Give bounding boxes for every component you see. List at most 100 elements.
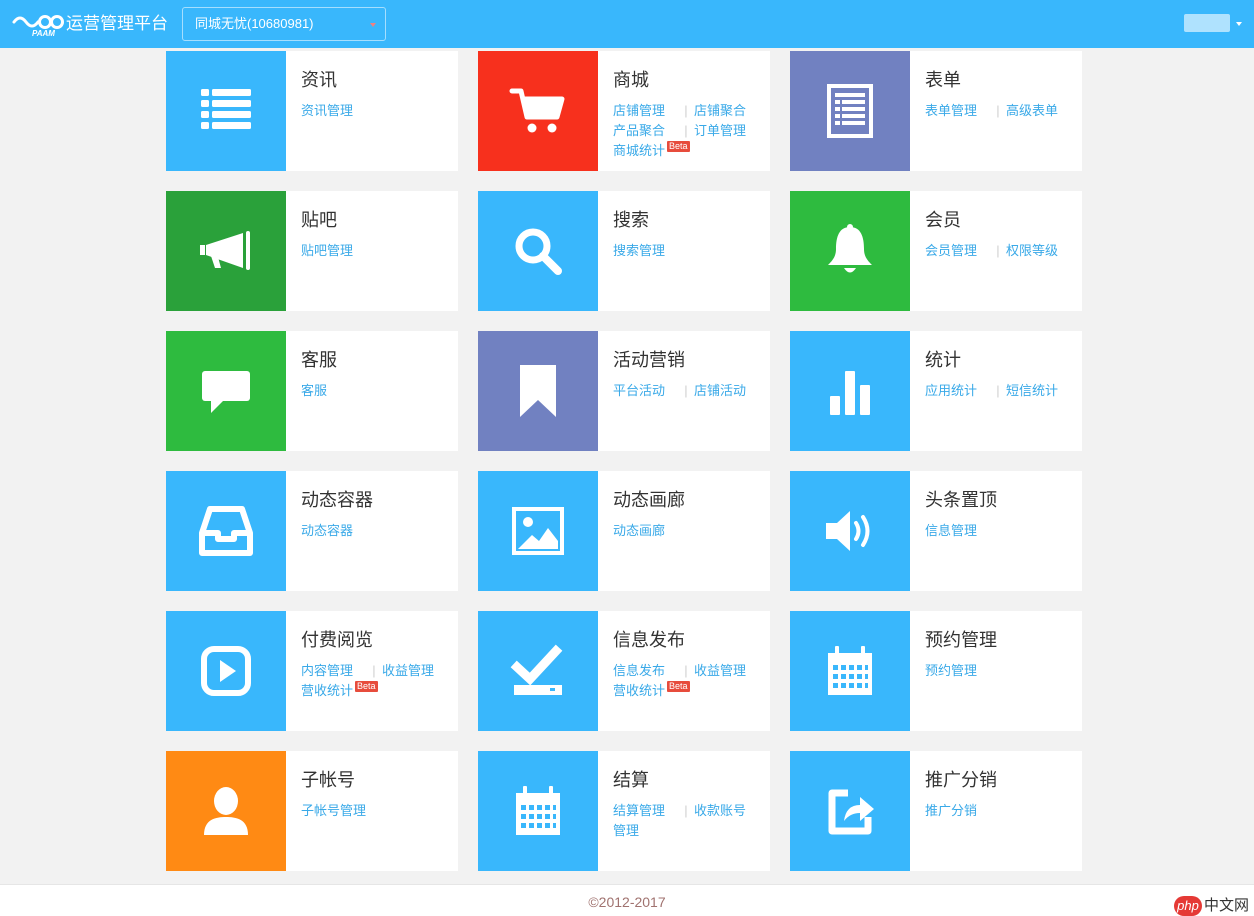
chevron-down-icon: [1236, 22, 1242, 26]
module-link[interactable]: 预约管理: [925, 661, 977, 681]
module-link-row: 动态容器: [301, 521, 451, 541]
module-link-row: 子帐号管理: [301, 801, 451, 821]
account-selector-value: 同城无忧(10680981): [195, 16, 314, 31]
module-card[interactable]: 客服 客服: [166, 331, 458, 451]
module-icon-box[interactable]: [478, 471, 598, 591]
module-link[interactable]: 店铺活动: [694, 381, 746, 401]
module-link[interactable]: 权限等级: [1006, 241, 1058, 261]
module-card[interactable]: 头条置顶 信息管理: [790, 471, 1082, 591]
module-card[interactable]: 付费阅览 内容管理 | 收益管理 营收统计 Beta: [166, 611, 458, 731]
module-link[interactable]: 产品聚合: [613, 121, 665, 141]
watermark-logo: php 中文网: [1174, 896, 1254, 916]
module-card[interactable]: 会员 会员管理 | 权限等级: [790, 191, 1082, 311]
module-card[interactable]: 结算 结算管理 | 收款账号 管理: [478, 751, 770, 871]
module-link[interactable]: 平台活动: [613, 381, 665, 401]
module-icon-box[interactable]: [478, 751, 598, 871]
module-card[interactable]: 动态画廊 动态画廊: [478, 471, 770, 591]
module-icon-box[interactable]: [790, 331, 910, 451]
module-link-row: 营收统计 Beta: [301, 681, 451, 701]
module-icon-box[interactable]: [790, 471, 910, 591]
account-selector[interactable]: 同城无忧(10680981): [182, 7, 386, 41]
module-icon-box[interactable]: [166, 51, 286, 171]
copyright: ©2012-2017: [588, 894, 666, 910]
module-link[interactable]: 高级表单: [1006, 101, 1058, 121]
module-links: 资讯管理: [301, 101, 451, 121]
module-link[interactable]: 结算管理: [613, 801, 665, 821]
watermark-php: php: [1174, 896, 1202, 916]
module-link[interactable]: 店铺管理: [613, 101, 665, 121]
module-link[interactable]: 短信统计: [1006, 381, 1058, 401]
module-link[interactable]: 营收统计: [613, 681, 665, 701]
module-icon-box[interactable]: [790, 751, 910, 871]
module-card[interactable]: 表单 表单管理 | 高级表单: [790, 51, 1082, 171]
module-icon-box[interactable]: [790, 611, 910, 731]
link-separator: |: [684, 663, 688, 678]
module-card[interactable]: 统计 应用统计 | 短信统计: [790, 331, 1082, 451]
chat-icon: [202, 371, 250, 413]
module-link[interactable]: 管理: [613, 821, 639, 841]
module-card[interactable]: 贴吧 贴吧管理: [166, 191, 458, 311]
logo[interactable]: PAAM: [12, 10, 64, 38]
module-link[interactable]: 推广分销: [925, 801, 977, 821]
module-link[interactable]: 客服: [301, 381, 327, 401]
module-link[interactable]: 信息管理: [925, 521, 977, 541]
module-card[interactable]: 推广分销 推广分销: [790, 751, 1082, 871]
module-link[interactable]: 店铺聚合: [694, 101, 746, 121]
module-card[interactable]: 活动营销 平台活动 | 店铺活动: [478, 331, 770, 451]
watermark-cn: 中文网: [1204, 897, 1250, 914]
link-separator: |: [996, 383, 1000, 398]
user-menu[interactable]: [1184, 14, 1246, 34]
module-icon-box[interactable]: [478, 51, 598, 171]
module-card[interactable]: 子帐号 子帐号管理: [166, 751, 458, 871]
module-link[interactable]: 收款账号: [694, 801, 746, 821]
module-link[interactable]: 搜索管理: [613, 241, 665, 261]
module-title: 子帐号: [301, 770, 355, 790]
module-icon-box[interactable]: [478, 331, 598, 451]
list-icon: [201, 89, 251, 129]
module-link[interactable]: 动态画廊: [613, 521, 665, 541]
module-icon-box[interactable]: [790, 191, 910, 311]
module-icon-box[interactable]: [166, 191, 286, 311]
module-card[interactable]: 预约管理 预约管理: [790, 611, 1082, 731]
link-separator: |: [996, 103, 1000, 118]
module-links: 动态画廊: [613, 521, 763, 541]
module-link[interactable]: 收益管理: [382, 661, 434, 681]
module-icon-box[interactable]: [166, 331, 286, 451]
module-card[interactable]: 信息发布 信息发布 | 收益管理 营收统计 Beta: [478, 611, 770, 731]
module-icon-box[interactable]: [790, 51, 910, 171]
module-icon-box[interactable]: [478, 611, 598, 731]
module-title: 活动营销: [613, 350, 685, 370]
module-link[interactable]: 订单管理: [694, 121, 746, 141]
module-title: 资讯: [301, 70, 337, 90]
module-link[interactable]: 资讯管理: [301, 101, 353, 121]
module-links: 内容管理 | 收益管理 营收统计 Beta: [301, 661, 451, 701]
module-link[interactable]: 营收统计: [301, 681, 353, 701]
module-link[interactable]: 会员管理: [925, 241, 977, 261]
module-link[interactable]: 表单管理: [925, 101, 977, 121]
module-card[interactable]: 资讯 资讯管理: [166, 51, 458, 171]
module-icon-box[interactable]: [166, 471, 286, 591]
module-icon-box[interactable]: [166, 751, 286, 871]
module-title: 头条置顶: [925, 490, 997, 510]
module-links: 搜索管理: [613, 241, 763, 261]
module-card[interactable]: 动态容器 动态容器: [166, 471, 458, 591]
module-links: 客服: [301, 381, 451, 401]
beta-badge: Beta: [667, 681, 690, 692]
module-title: 预约管理: [925, 630, 997, 650]
module-link[interactable]: 内容管理: [301, 661, 353, 681]
top-bar: PAAM 运营管理平台 同城无忧(10680981): [0, 0, 1254, 48]
module-title: 搜索: [613, 210, 649, 230]
module-link[interactable]: 收益管理: [694, 661, 746, 681]
module-icon-box[interactable]: [166, 611, 286, 731]
module-link[interactable]: 应用统计: [925, 381, 977, 401]
module-card[interactable]: 搜索 搜索管理: [478, 191, 770, 311]
module-link[interactable]: 信息发布: [613, 661, 665, 681]
module-link[interactable]: 子帐号管理: [301, 801, 366, 821]
module-title: 动态画廊: [613, 490, 685, 510]
module-link[interactable]: 商城统计: [613, 141, 665, 161]
module-icon-box[interactable]: [478, 191, 598, 311]
link-separator: |: [996, 243, 1000, 258]
module-card[interactable]: 商城 店铺管理 | 店铺聚合 产品聚合 | 订单管理 商城统计 Beta: [478, 51, 770, 171]
module-link[interactable]: 动态容器: [301, 521, 353, 541]
module-link[interactable]: 贴吧管理: [301, 241, 353, 261]
